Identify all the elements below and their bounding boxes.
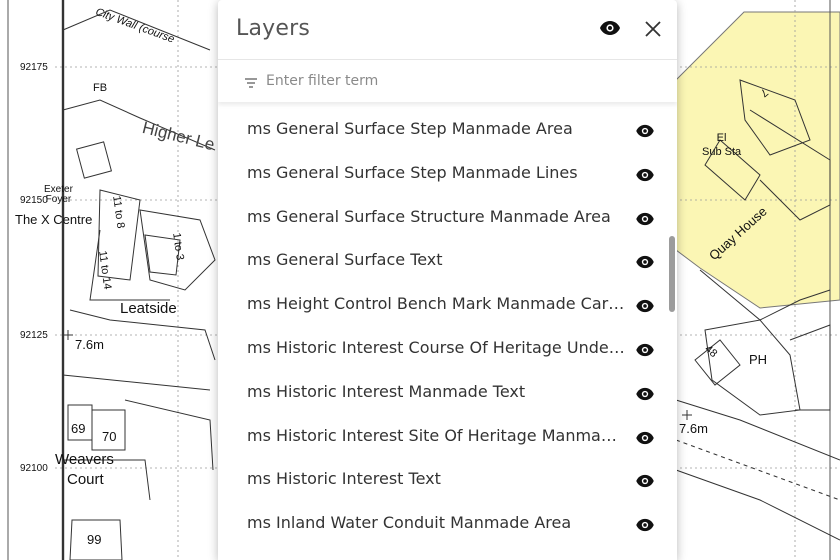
visibility-eye-icon[interactable] <box>635 123 655 138</box>
visibility-eye-icon[interactable] <box>635 430 655 444</box>
visibility-eye-icon[interactable] <box>635 254 655 269</box>
map-label-height-right: 7.6m <box>679 421 708 436</box>
map-label-court: Court <box>67 471 104 488</box>
layer-item[interactable]: ms General Surface Text <box>218 239 677 283</box>
layer-item[interactable]: ms Inland Water Conduit Manmade Area <box>218 502 677 546</box>
visibility-eye-icon[interactable] <box>635 473 655 488</box>
layer-list: ms General Surface Step Manmade Area ms … <box>218 108 677 560</box>
visibility-eye-icon[interactable] <box>635 342 655 357</box>
layer-item[interactable]: ms General Surface Step Manmade Lines <box>218 152 677 196</box>
layer-label: ms Historic Interest Manmade Text <box>247 381 526 401</box>
map-label-ph: PH <box>749 352 768 367</box>
eye-icon[interactable] <box>599 20 621 36</box>
map-label-el-sub-sta: El Sub Sta <box>702 132 742 158</box>
layer-item[interactable]: ms Historic Interest Text <box>218 458 677 502</box>
map-label-exeter-foyer: Exeter Foyer <box>44 184 73 205</box>
layer-list-scrollbar[interactable] <box>669 236 675 312</box>
map-label-weavers: Weavers <box>55 451 114 468</box>
visibility-eye-icon[interactable] <box>635 298 655 313</box>
layer-label: ms Historic Interest Text <box>247 469 441 489</box>
layer-label: ms General Surface Step Manmade Lines <box>247 162 578 182</box>
visibility-eye-icon[interactable] <box>635 211 655 225</box>
quay-house-area <box>675 11 840 309</box>
layers-panel-header: Layers <box>218 0 677 60</box>
layer-label: ms General Surface Text <box>247 250 443 270</box>
layer-item[interactable]: ms Historic Interest Manmade Text <box>218 371 677 415</box>
coord-92125: 92125 <box>20 330 48 341</box>
coord-92100: 92100 <box>20 463 48 474</box>
map-label-fb: FB <box>93 82 108 94</box>
filter-lines-icon <box>244 74 258 88</box>
map-label-x-centre: The X Centre <box>15 212 93 227</box>
layer-item[interactable]: ms Historic Interest Course Of Heritage … <box>218 327 677 371</box>
map-label-69: 69 <box>71 421 86 436</box>
map-label-height-left: 7.6m <box>75 337 104 352</box>
map-label-70: 70 <box>102 429 117 444</box>
panel-title: Layers <box>236 16 310 41</box>
layer-item[interactable]: ms General Surface Step Manmade Area <box>218 108 677 152</box>
layer-label: ms Inland Water Conduit Manmade Area <box>247 513 572 533</box>
map-label-leatside: Leatside <box>120 300 177 317</box>
layer-label: ms Historic Interest Site Of Heritage Ma… <box>247 425 617 445</box>
layer-label: ms General Surface Structure Manmade Are… <box>247 206 611 226</box>
visibility-eye-icon[interactable] <box>635 386 655 400</box>
layer-label: ms Historic Interest Course Of Heritage … <box>247 337 625 357</box>
layer-label: ms General Surface Step Manmade Area <box>247 119 573 138</box>
map-label-99: 99 <box>87 532 102 547</box>
coord-92175: 92175 <box>20 62 48 73</box>
layer-item[interactable]: ms Height Control Bench Mark Manmade Car… <box>218 283 677 327</box>
close-icon[interactable] <box>642 18 664 40</box>
layer-item[interactable]: ms Historic Interest Site Of Heritage Ma… <box>218 415 677 459</box>
layer-label: ms Height Control Bench Mark Manmade Car… <box>247 294 625 314</box>
filter-input[interactable] <box>266 69 646 93</box>
visibility-eye-icon[interactable] <box>635 517 655 532</box>
layer-item[interactable]: ms General Surface Structure Manmade Are… <box>218 196 677 240</box>
visibility-eye-icon[interactable] <box>635 167 655 181</box>
filter-row <box>218 60 677 102</box>
layers-panel: Layers ms General Surface Step Manmade A… <box>218 0 677 560</box>
